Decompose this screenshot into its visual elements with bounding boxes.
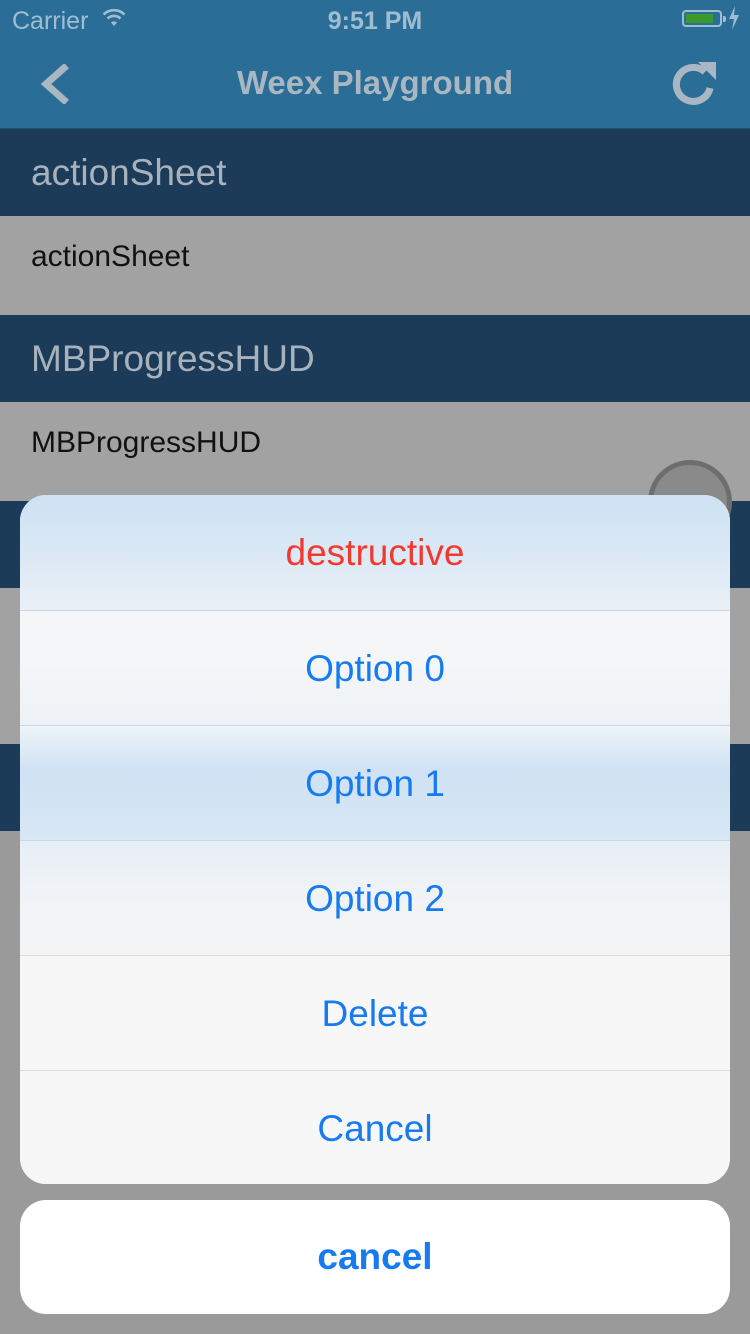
- section-header-mbprogresshud: MBProgressHUD: [0, 315, 750, 402]
- status-time: 9:51 PM: [327, 7, 423, 35]
- list-item-mbprogresshud[interactable]: MBProgressHUD: [0, 402, 750, 501]
- nav-bar: Weex Playground: [0, 40, 750, 129]
- refresh-icon[interactable]: [668, 58, 720, 110]
- delete-button[interactable]: Delete: [20, 955, 730, 1070]
- charging-bolt-icon: [729, 6, 739, 30]
- status-bar: Carrier 9:51 PM: [0, 0, 750, 40]
- action-sheet: destructive Option 0 Option 1 Option 2 D…: [20, 495, 730, 1184]
- section-header-actionsheet: actionSheet: [0, 129, 750, 216]
- option-1-button[interactable]: Option 1: [20, 725, 730, 840]
- battery-icon: [682, 10, 726, 27]
- sheet-cancel-option-button[interactable]: Cancel: [20, 1070, 730, 1184]
- destructive-button[interactable]: destructive: [20, 495, 730, 610]
- list-item-actionsheet[interactable]: actionSheet: [0, 216, 750, 315]
- option-0-button[interactable]: Option 0: [20, 610, 730, 725]
- page-title: Weex Playground: [236, 64, 514, 101]
- option-2-button[interactable]: Option 2: [20, 840, 730, 955]
- cancel-button[interactable]: cancel: [20, 1200, 730, 1314]
